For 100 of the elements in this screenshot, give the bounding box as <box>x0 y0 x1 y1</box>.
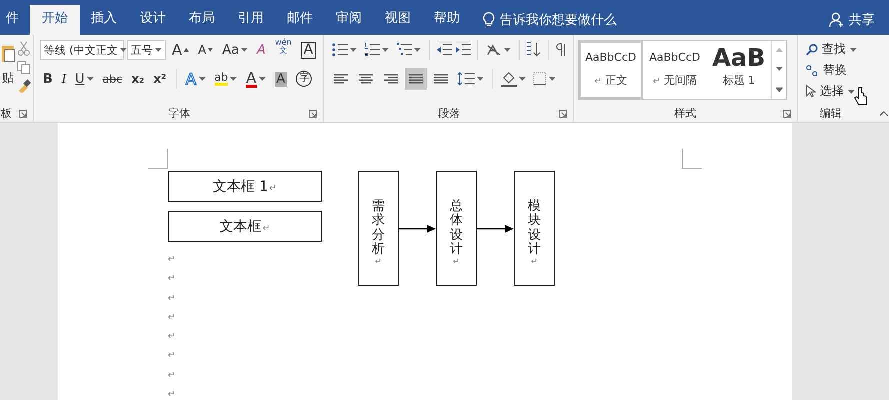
ribbon-tab[interactable]: 布局 <box>177 5 227 35</box>
group-label: 样式 <box>674 106 696 120</box>
dialog-launcher-icon[interactable] <box>559 110 567 118</box>
paragraph-mark: ↵ <box>375 257 382 268</box>
caret-icon[interactable] <box>848 90 855 94</box>
phonetic-guide-button[interactable]: wén 文 <box>272 39 295 61</box>
paragraph-mark: ↵ <box>168 370 176 383</box>
flowchart-box[interactable]: 模块设计 ↵ <box>514 171 555 286</box>
paste-button[interactable]: 贴 <box>2 70 14 87</box>
connector-arrow <box>399 224 436 234</box>
person-add-icon[interactable] <box>829 12 845 28</box>
ribbon-tab[interactable]: 视图 <box>373 5 423 35</box>
ribbon-tab[interactable]: 审阅 <box>324 5 374 35</box>
numbering-icon[interactable] <box>364 43 380 57</box>
style-gallery-item[interactable]: AaB 标题 1 <box>707 41 771 99</box>
caret-icon[interactable] <box>258 77 266 81</box>
dialog-launcher-icon[interactable] <box>19 110 27 118</box>
font-size-dropdown[interactable]: 五号 <box>127 40 166 60</box>
text-box[interactable]: 文本框↵ <box>168 211 322 242</box>
line-spacing-icon[interactable] <box>457 72 475 86</box>
caret-icon[interactable] <box>477 77 484 81</box>
character-shading-button[interactable]: A <box>272 68 290 90</box>
font-color-button[interactable]: A <box>243 68 269 90</box>
select-button[interactable]: 选择 <box>820 83 844 100</box>
ribbon-tab[interactable]: 件 <box>0 5 31 35</box>
flowchart-box[interactable]: 需求分析 ↵ <box>358 171 399 286</box>
margin-corner-mark <box>682 149 702 169</box>
caret-icon[interactable] <box>120 48 127 52</box>
underline-button[interactable]: U <box>72 68 97 90</box>
ribbon-tab[interactable]: 引用 <box>226 5 276 35</box>
mouse-cursor-icon <box>854 87 868 107</box>
clear-formatting-button[interactable]: A <box>254 39 270 61</box>
ribbon-tab[interactable]: 开始 <box>30 5 80 35</box>
paragraph-mark: ↵ <box>168 350 176 364</box>
italic-button[interactable]: I <box>58 68 70 90</box>
caret-icon[interactable] <box>350 48 357 52</box>
caret-icon[interactable] <box>519 77 526 81</box>
highlight-button[interactable]: ab <box>212 68 240 90</box>
tell-me-text[interactable]: 告诉我你想要做什么 <box>500 11 617 29</box>
change-case-button[interactable]: Aa <box>219 39 252 61</box>
ribbon-tab[interactable]: 邮件 <box>275 5 325 35</box>
strikethrough-button[interactable]: abc <box>100 68 126 90</box>
share-button[interactable]: 共享 <box>849 11 875 29</box>
subscript-button[interactable]: x₂ <box>128 68 148 90</box>
font-name-dropdown[interactable]: 等线 (中文正文 <box>40 40 124 60</box>
pointer-icon[interactable] <box>806 85 816 98</box>
multilevel-list-icon[interactable] <box>396 43 412 57</box>
more-icon[interactable] <box>776 86 782 92</box>
flowchart-box-text: 需求分析 <box>372 200 385 258</box>
align-justify-icon <box>408 73 424 85</box>
caret-icon[interactable] <box>86 77 94 81</box>
collapse-ribbon-icon[interactable] <box>880 111 888 116</box>
shrink-font-button[interactable]: A <box>195 39 216 61</box>
superscript-button[interactable]: x² <box>150 68 170 90</box>
replace-icon[interactable] <box>806 64 819 77</box>
align-right-icon <box>383 73 399 85</box>
dialog-launcher-icon[interactable] <box>783 110 791 118</box>
grow-font-button[interactable]: A <box>169 39 192 61</box>
flowchart-box[interactable]: 总体设计 ↵ <box>436 171 477 286</box>
caret-icon[interactable] <box>230 77 238 81</box>
connector-arrow <box>477 224 514 234</box>
decrease-indent-icon[interactable] <box>436 43 452 57</box>
caret-icon[interactable] <box>198 77 206 81</box>
dialog-launcher-icon[interactable] <box>309 110 317 118</box>
lightbulb-icon[interactable] <box>483 12 495 28</box>
caret-icon[interactable] <box>382 48 389 52</box>
caret-icon[interactable] <box>414 48 421 52</box>
increase-indent-icon[interactable] <box>455 43 471 57</box>
copy-icon[interactable] <box>17 61 31 75</box>
group-label: 编辑 <box>820 106 842 120</box>
ribbon-tab[interactable]: 设计 <box>128 5 178 35</box>
text-box[interactable]: 文本框 1↵ <box>168 171 322 202</box>
text-box-text: 文本框 1↵ <box>213 178 277 196</box>
sort-icon[interactable] <box>526 42 542 58</box>
paragraph-mark: ↵ <box>168 254 176 267</box>
align-distributed-icon <box>433 73 449 85</box>
flowchart-box-text: 总体设计 <box>450 200 463 258</box>
paintbrush-icon[interactable] <box>17 79 31 93</box>
align-left-icon <box>333 73 349 85</box>
borders-icon[interactable] <box>533 72 547 86</box>
scroll-down-icon[interactable] <box>776 66 782 71</box>
paragraph-mark: ↵ <box>168 312 176 325</box>
group-label: 段落 <box>438 106 460 120</box>
caret-icon[interactable] <box>504 48 511 52</box>
style-gallery-item[interactable]: AaBbCcD ↵ 正文 <box>579 41 643 99</box>
ribbon-tab[interactable]: 帮助 <box>422 5 472 35</box>
caret-icon[interactable] <box>549 77 556 81</box>
bold-button[interactable]: B <box>40 68 56 90</box>
replace-button[interactable]: 替换 <box>823 62 847 79</box>
group-label: 字体 <box>168 106 190 120</box>
search-icon[interactable] <box>806 44 818 56</box>
caret-icon[interactable] <box>155 48 162 52</box>
scissors-icon[interactable] <box>17 41 31 57</box>
bullets-icon[interactable] <box>332 43 348 57</box>
ribbon-tab[interactable]: 插入 <box>79 5 129 35</box>
find-button[interactable]: 查找 <box>822 41 846 58</box>
align-justify-button[interactable] <box>405 68 427 90</box>
caret-icon[interactable] <box>850 48 857 52</box>
style-gallery-item[interactable]: AaBbCcD ↵ 无间隔 <box>643 41 707 99</box>
caret-icon[interactable] <box>241 48 248 52</box>
